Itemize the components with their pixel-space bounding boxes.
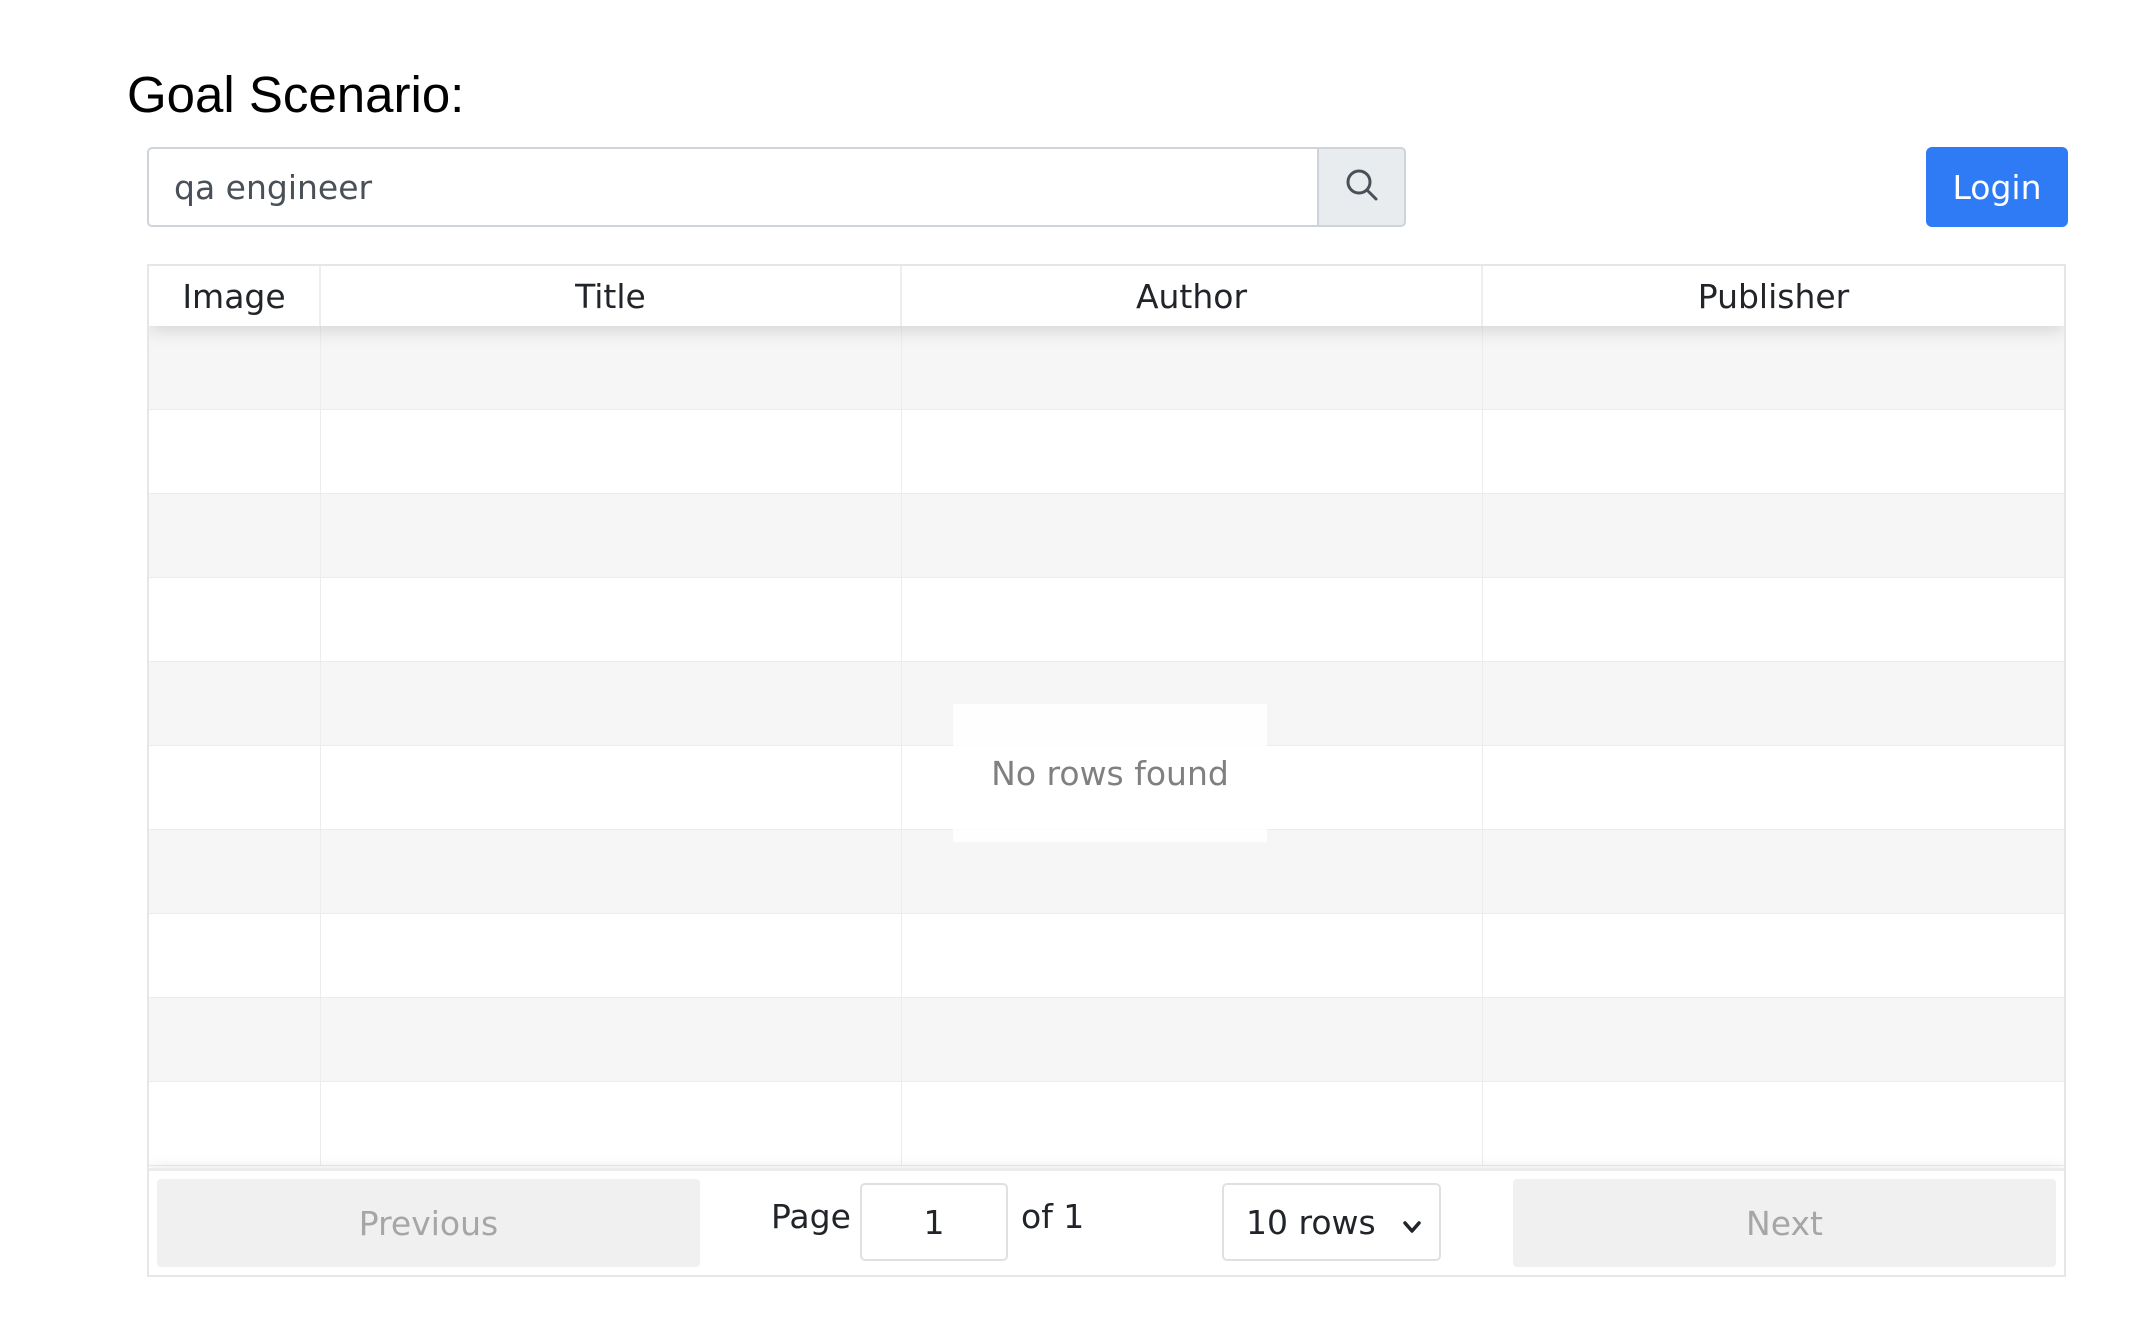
search-bar [147,147,1406,227]
previous-button[interactable]: Previous [157,1179,700,1267]
column-header-publisher[interactable]: Publisher [1483,266,2064,326]
column-header-author[interactable]: Author [902,266,1483,326]
search-icon [1342,165,1382,210]
search-button[interactable] [1317,147,1406,227]
pagination-bar: Previous Page of 1 10 rows Next [149,1168,2064,1275]
login-button[interactable]: Login [1926,147,2068,227]
column-header-image[interactable]: Image [149,266,321,326]
no-rows-message: No rows found [953,704,1267,842]
table-row [149,914,2064,998]
page-number-input[interactable] [860,1183,1008,1261]
search-input[interactable] [147,147,1317,227]
results-table: Image Title Author Publisher No rows fou… [147,264,2066,1277]
table-row [149,578,2064,662]
table-row [149,494,2064,578]
table-header: Image Title Author Publisher [149,266,2064,326]
rows-per-page-select[interactable]: 10 rows [1222,1183,1441,1261]
page-label: Page [771,1197,851,1236]
column-header-title[interactable]: Title [321,266,902,326]
table-row [149,830,2064,914]
table-row [149,998,2064,1082]
table-row [149,1082,2064,1166]
chevron-down-icon [1399,1209,1425,1248]
table-row [149,326,2064,410]
next-button[interactable]: Next [1513,1179,2056,1267]
rows-per-page-value: 10 rows [1246,1202,1376,1242]
page-title: Goal Scenario: [127,66,465,123]
table-row [149,410,2064,494]
page-total-label: of 1 [1021,1197,1085,1236]
